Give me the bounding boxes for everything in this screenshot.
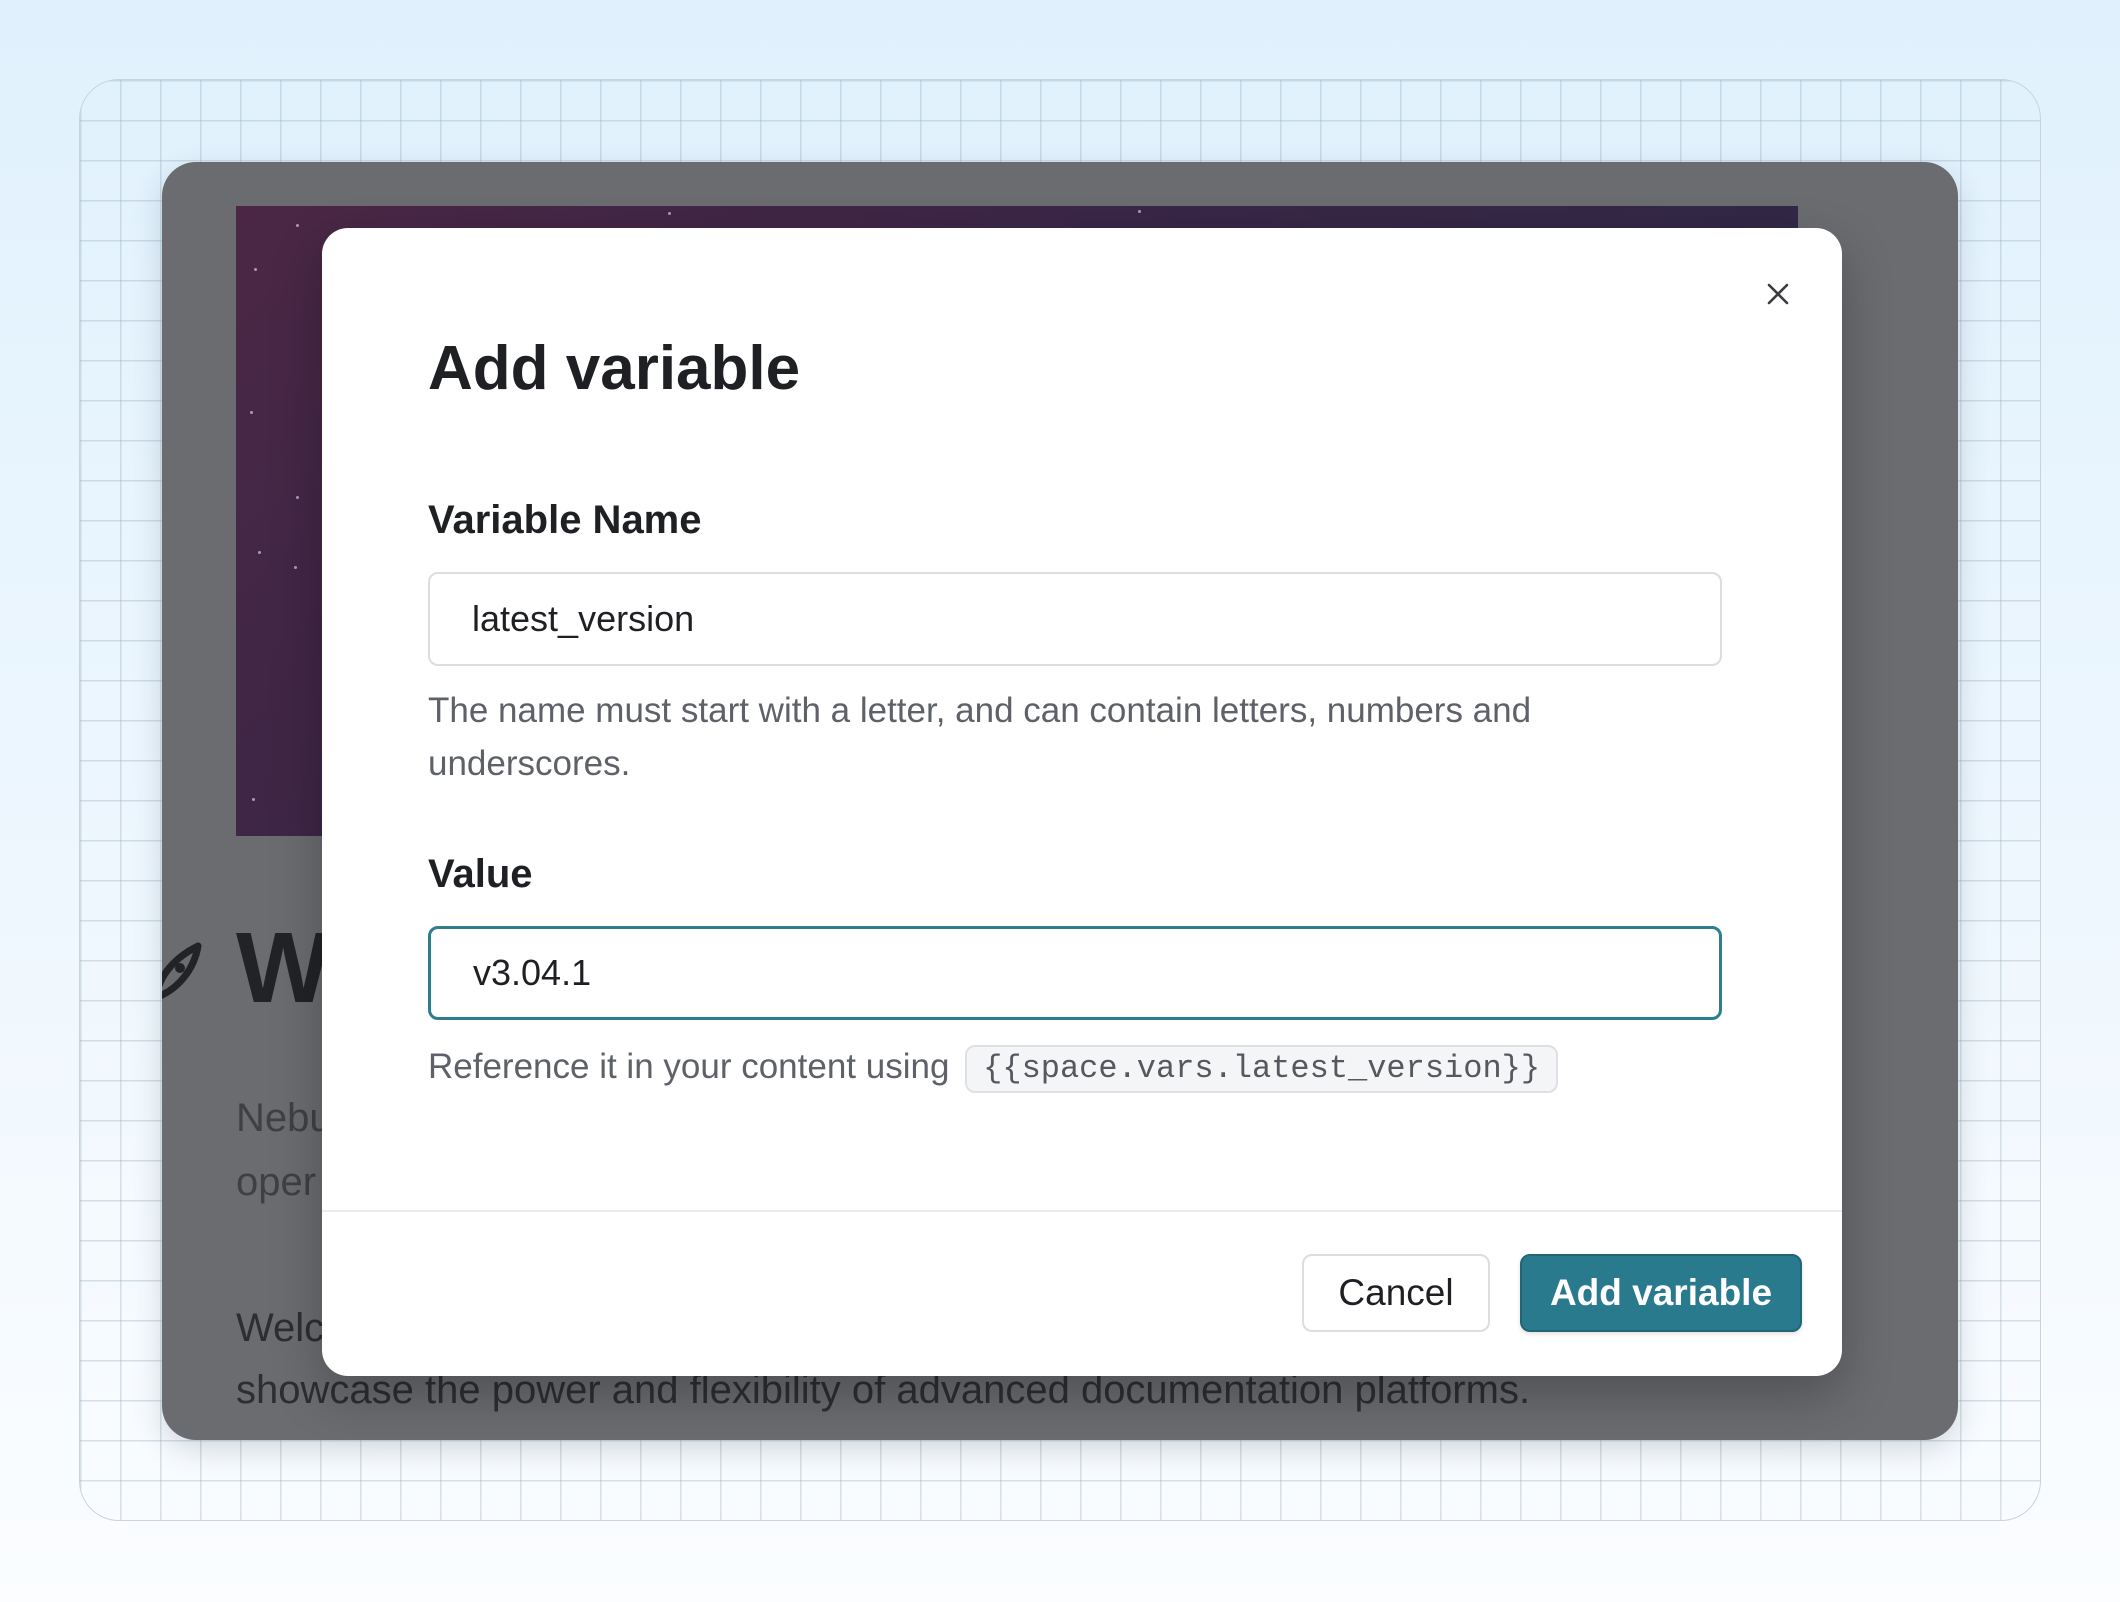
footer-divider xyxy=(322,1210,1842,1212)
value-input[interactable] xyxy=(428,926,1722,1020)
rocket-icon xyxy=(162,942,202,999)
variable-name-input[interactable] xyxy=(428,572,1722,666)
value-label: Value xyxy=(428,852,533,896)
background-intro-line1: Nebu xyxy=(236,1096,332,1140)
add-variable-button[interactable]: Add variable xyxy=(1520,1254,1802,1332)
close-icon xyxy=(1767,283,1789,305)
reference-code-snippet: {{space.vars.latest_version}} xyxy=(965,1044,1559,1093)
background-body-line1: Welc xyxy=(236,1306,325,1350)
dialog-title: Add variable xyxy=(428,334,801,403)
variable-name-helper: The name must start with a letter, and c… xyxy=(428,691,1532,783)
value-helper: Reference it in your content using {{spa… xyxy=(428,1040,1722,1093)
cancel-button[interactable]: Cancel xyxy=(1302,1254,1490,1332)
close-button[interactable] xyxy=(1758,274,1798,314)
variable-name-label: Variable Name xyxy=(428,498,702,542)
add-variable-dialog: Add variable Variable Name The name must… xyxy=(322,228,1842,1376)
background-heading: W xyxy=(236,912,331,1024)
background-intro-line2: oper xyxy=(236,1160,317,1204)
value-helper-text: Reference it in your content using xyxy=(428,1047,950,1086)
